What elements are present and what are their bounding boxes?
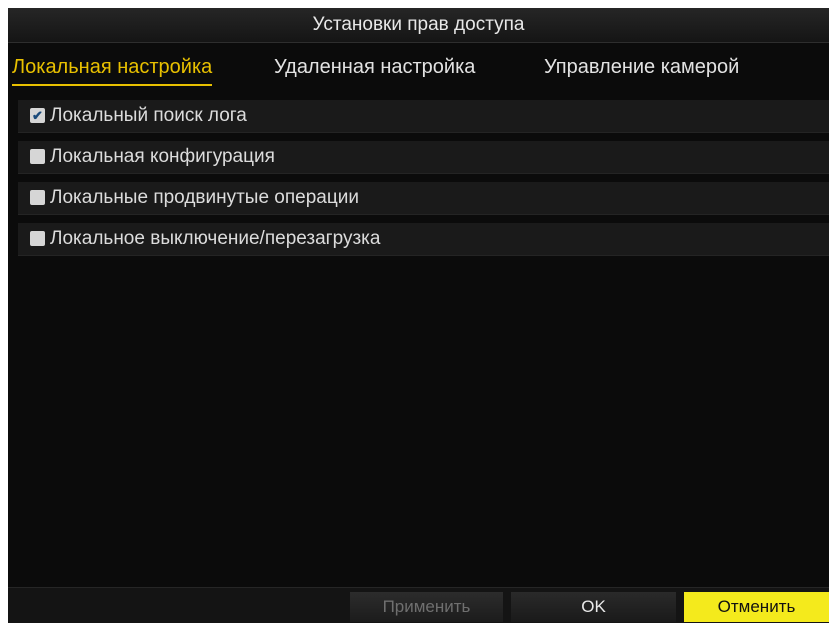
checkbox-advanced-ops[interactable] [30, 190, 45, 205]
permission-label: Локальный поиск лога [50, 105, 247, 126]
dialog-title-bar: Установки прав доступа [8, 8, 829, 43]
checkbox-log-search[interactable]: ✔ [30, 108, 45, 123]
dialog-footer: Применить OK Отменить [8, 587, 829, 623]
tab-camera-control[interactable]: Управление камерой [544, 56, 739, 79]
apply-button[interactable]: Применить [350, 592, 503, 622]
tab-bar: Локальная настройка Удаленная настройка … [8, 48, 829, 88]
checkbox-shutdown-reboot[interactable] [30, 231, 45, 246]
permission-label: Локальное выключение/перезагрузка [50, 228, 381, 249]
permission-label: Локальная конфигурация [50, 146, 275, 167]
cancel-button[interactable]: Отменить [684, 592, 829, 622]
access-rights-dialog: Установки прав доступа Локальная настрой… [8, 8, 829, 623]
permission-label: Локальные продвинутые операции [50, 187, 359, 208]
ok-button[interactable]: OK [511, 592, 676, 622]
tab-local-settings[interactable]: Локальная настройка [12, 56, 213, 86]
permission-row-advanced-ops[interactable]: Локальные продвинутые операции [18, 182, 829, 215]
tab-remote-settings[interactable]: Удаленная настройка [274, 56, 475, 79]
permission-row-shutdown-reboot[interactable]: Локальное выключение/перезагрузка [18, 223, 829, 256]
checkbox-local-config[interactable] [30, 149, 45, 164]
permission-list: ✔ Локальный поиск лога Локальная конфигу… [18, 100, 829, 264]
dialog-title: Установки прав доступа [312, 14, 525, 35]
permission-row-log-search[interactable]: ✔ Локальный поиск лога [18, 100, 829, 133]
permission-row-local-config[interactable]: Локальная конфигурация [18, 141, 829, 174]
